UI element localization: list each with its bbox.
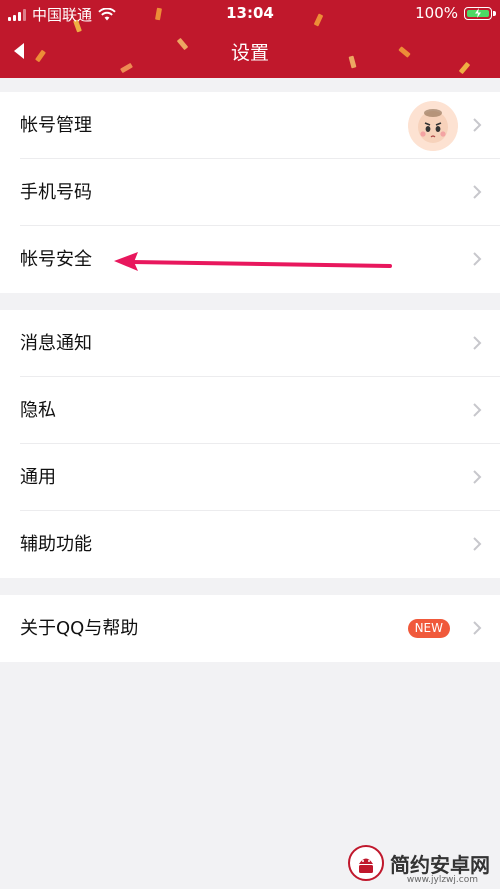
header: 中国联通 13:04 100% 设置 bbox=[0, 0, 500, 78]
status-bar: 中国联通 13:04 100% bbox=[0, 0, 500, 26]
chevron-right-icon bbox=[473, 336, 482, 350]
page-title: 设置 bbox=[230, 42, 269, 64]
settings-item-label: 隐私 bbox=[20, 400, 56, 421]
nav-bar: 设置 bbox=[0, 26, 500, 76]
settings-item-general[interactable]: 通用 bbox=[0, 444, 500, 511]
chevron-right-icon bbox=[473, 537, 482, 551]
settings-item-privacy[interactable]: 隐私 bbox=[0, 377, 500, 444]
settings-group-account: 帐号管理 手机号码 帐号安全 bbox=[0, 92, 500, 293]
android-logo-icon bbox=[348, 845, 384, 881]
settings-group-general: 消息通知 隐私 通用 辅助功能 bbox=[0, 310, 500, 578]
settings-item-label: 辅助功能 bbox=[20, 534, 92, 555]
settings-item-label: 帐号安全 bbox=[20, 249, 92, 270]
settings-item-account-security[interactable]: 帐号安全 bbox=[0, 226, 500, 293]
settings-item-label: 消息通知 bbox=[20, 333, 92, 354]
settings-item-account-management[interactable]: 帐号管理 bbox=[0, 92, 500, 159]
chevron-right-icon bbox=[473, 403, 482, 417]
chevron-right-icon bbox=[473, 252, 482, 266]
settings-item-label: 帐号管理 bbox=[20, 115, 92, 136]
watermark-text: 简约安卓网 bbox=[390, 852, 490, 877]
new-badge: NEW bbox=[407, 619, 450, 638]
watermark: 简约安卓网 www.jylzwj.com bbox=[348, 845, 490, 885]
settings-item-label: 关于QQ与帮助 bbox=[20, 618, 139, 639]
avatar bbox=[408, 101, 458, 151]
settings-item-about-qq-help[interactable]: 关于QQ与帮助 NEW bbox=[0, 595, 500, 662]
settings-group-about: 关于QQ与帮助 NEW bbox=[0, 595, 500, 662]
settings-item-notifications[interactable]: 消息通知 bbox=[0, 310, 500, 377]
settings-item-label: 通用 bbox=[20, 467, 56, 488]
chevron-right-icon bbox=[473, 470, 482, 484]
chevron-right-icon bbox=[473, 118, 482, 132]
settings-item-phone-number[interactable]: 手机号码 bbox=[0, 159, 500, 226]
chevron-right-icon bbox=[473, 621, 482, 635]
chevron-right-icon bbox=[473, 185, 482, 199]
settings-item-accessibility[interactable]: 辅助功能 bbox=[0, 511, 500, 578]
settings-item-label: 手机号码 bbox=[20, 182, 92, 203]
battery-icon bbox=[464, 6, 496, 20]
watermark-url: www.jylzwj.com bbox=[406, 875, 478, 885]
battery-percent: 100% bbox=[415, 4, 458, 22]
